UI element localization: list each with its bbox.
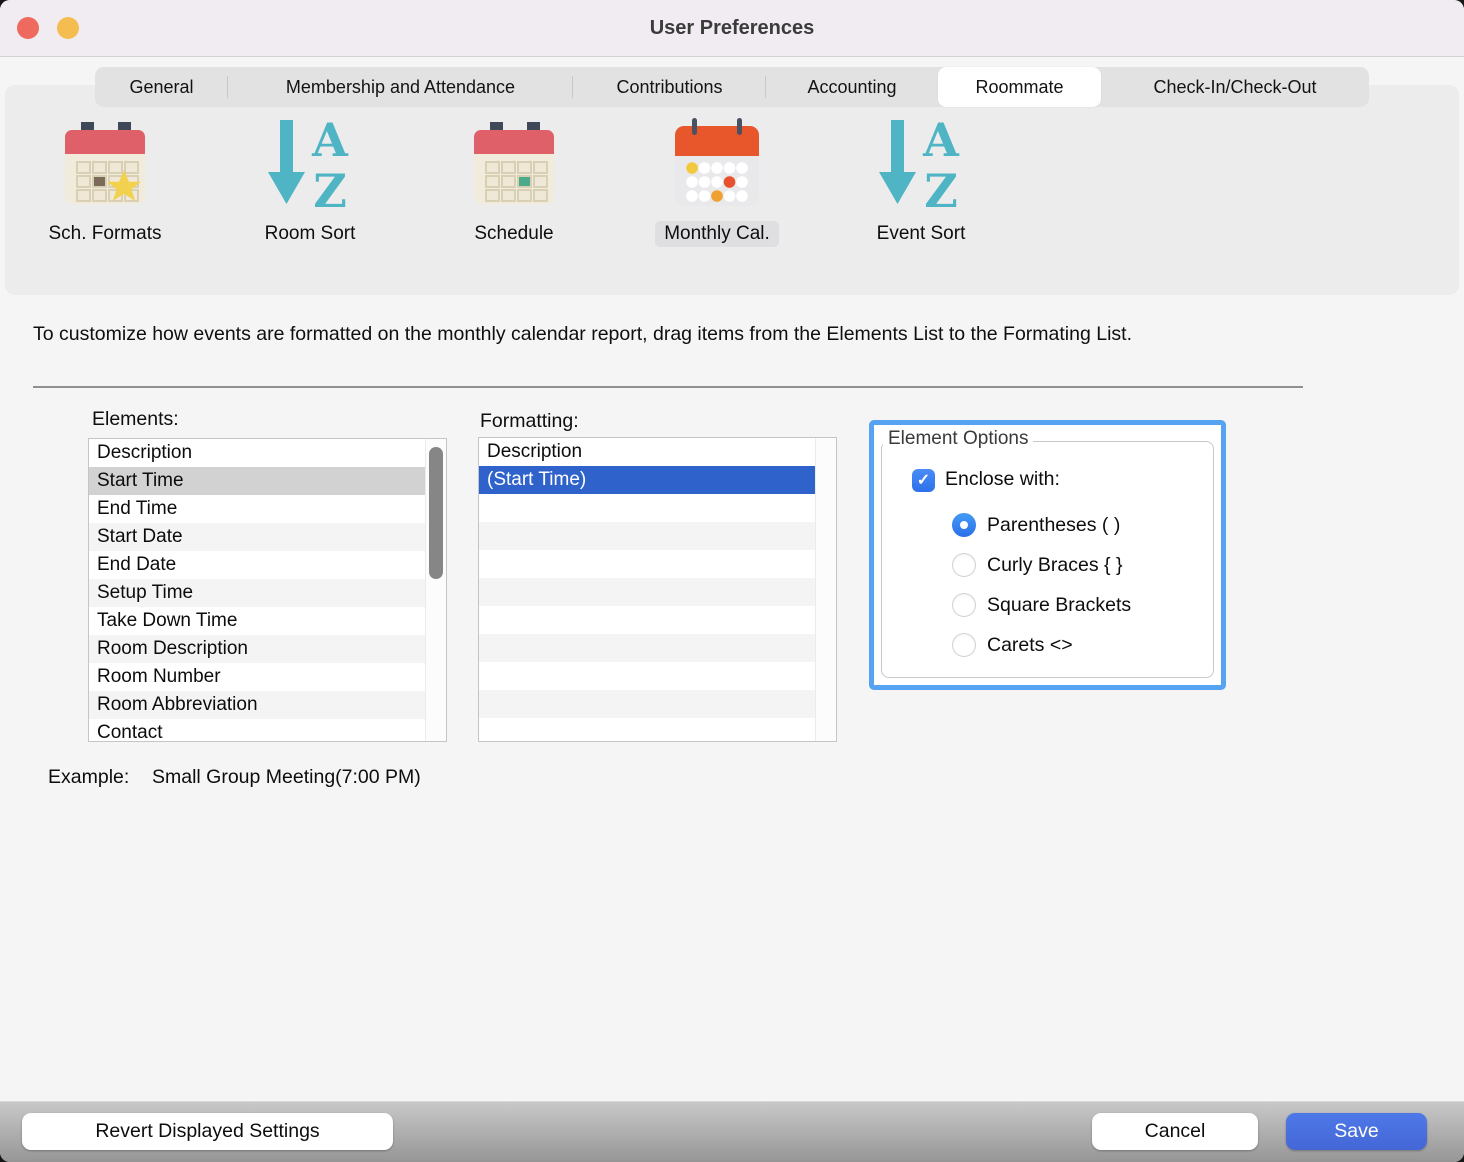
footer-bar: Revert Displayed Settings Cancel Save [0, 1101, 1464, 1162]
list-row-empty[interactable] [479, 522, 815, 550]
preferences-tab-bar: General Membership and Attendance Contribu… [95, 67, 1369, 107]
example-row: Example:Small Group Meeting(7:00 PM) [48, 766, 421, 789]
tab-label: Roommate [975, 77, 1063, 98]
toolbar-item-room-sort[interactable]: A Z Room Sort [210, 112, 410, 277]
formatting-list-label: Formatting: [480, 410, 579, 433]
tab-accounting[interactable]: Accounting [766, 67, 938, 107]
radio-button-icon[interactable] [952, 513, 976, 537]
section-description: To customize how events are formatted on… [33, 321, 1223, 347]
radio-parentheses[interactable]: Parentheses ( ) [952, 512, 1120, 538]
window-title: User Preferences [0, 0, 1464, 57]
list-row-empty[interactable] [479, 550, 815, 578]
list-item-start-time[interactable]: Start Time [89, 467, 425, 495]
revert-displayed-settings-button[interactable]: Revert Displayed Settings [22, 1113, 393, 1150]
roommate-toolbar: Sch. Formats A Z Room Sort Schedule Month… [5, 85, 1459, 295]
element-options-groupbox: Enclose with: Parentheses ( ) Curly Brace… [881, 441, 1214, 678]
toolbar-item-label: Schedule [465, 221, 562, 247]
sort-az-icon: A Z [869, 112, 973, 216]
elements-list-label: Elements: [92, 408, 179, 431]
list-item-room-description[interactable]: Room Description [89, 635, 425, 663]
list-item-description[interactable]: Description [89, 439, 425, 467]
tab-label: Check-In/Check-Out [1153, 77, 1316, 98]
list-row-empty[interactable] [479, 690, 815, 718]
calendar-icon [462, 112, 566, 216]
list-item-contact[interactable]: Contact [89, 719, 425, 741]
toolbar-item-monthly-cal[interactable]: Monthly Cal. [617, 112, 817, 277]
sort-az-icon: A Z [258, 112, 362, 216]
cancel-button[interactable]: Cancel [1092, 1113, 1258, 1150]
radio-curly-braces[interactable]: Curly Braces { } [952, 552, 1122, 578]
radio-label: Curly Braces { } [987, 554, 1122, 577]
svg-text:A: A [922, 113, 960, 167]
list-row-empty[interactable] [479, 494, 815, 522]
list-item-description[interactable]: Description [479, 438, 815, 466]
list-row-empty[interactable] [479, 578, 815, 606]
tab-check-in-check-out[interactable]: Check-In/Check-Out [1101, 67, 1369, 107]
toolbar-item-event-sort[interactable]: A Z Event Sort [821, 112, 1021, 277]
radio-button-icon[interactable] [952, 633, 976, 657]
toolbar-item-label: Sch. Formats [40, 221, 171, 247]
tab-label: General [129, 77, 193, 98]
tab-label: Membership and Attendance [286, 77, 515, 98]
list-item-setup-time[interactable]: Setup Time [89, 579, 425, 607]
title-bar: User Preferences [0, 0, 1464, 57]
user-preferences-window: User Preferences General Membership and A… [0, 0, 1464, 1162]
example-label: Example: [48, 766, 152, 789]
list-item-room-number[interactable]: Room Number [89, 663, 425, 691]
section-divider [33, 386, 1303, 388]
tab-roommate[interactable]: Roommate [938, 67, 1101, 107]
svg-text:Z: Z [313, 164, 347, 216]
list-item-end-time[interactable]: End Time [89, 495, 425, 523]
tab-contributions[interactable]: Contributions [573, 67, 766, 107]
radio-button-icon[interactable] [952, 593, 976, 617]
radio-label: Parentheses ( ) [987, 514, 1120, 537]
toolbar-item-label: Room Sort [256, 221, 365, 247]
list-row-empty[interactable] [479, 718, 815, 741]
enclose-with-label: Enclose with: [945, 468, 1060, 491]
elements-scrollbar-thumb[interactable] [429, 447, 443, 579]
list-row-empty[interactable] [479, 606, 815, 634]
list-item-room-abbreviation[interactable]: Room Abbreviation [89, 691, 425, 719]
tab-label: Contributions [616, 77, 722, 98]
tab-general[interactable]: General [95, 67, 228, 107]
example-value: Small Group Meeting(7:00 PM) [152, 766, 421, 788]
toolbar-item-label: Event Sort [868, 221, 975, 247]
list-row-empty[interactable] [479, 634, 815, 662]
toolbar-item-sch-formats[interactable]: Sch. Formats [5, 112, 205, 277]
toolbar-item-schedule[interactable]: Schedule [414, 112, 614, 277]
svg-text:Z: Z [924, 164, 958, 216]
radio-square-brackets[interactable]: Square Brackets [952, 592, 1131, 618]
radio-label: Carets <> [987, 634, 1073, 657]
toolbar-item-label: Monthly Cal. [655, 221, 779, 247]
svg-text:A: A [311, 113, 349, 167]
radio-carets[interactable]: Carets <> [952, 632, 1073, 658]
tab-label: Accounting [807, 77, 896, 98]
calendar-star-icon [53, 112, 157, 216]
calendar-dots-icon [665, 112, 769, 216]
list-row-empty[interactable] [479, 662, 815, 690]
radio-button-icon[interactable] [952, 553, 976, 577]
radio-label: Square Brackets [987, 594, 1131, 617]
enclose-with-checkbox[interactable] [912, 469, 935, 492]
elements-scrollbar-track[interactable] [425, 439, 446, 741]
save-button[interactable]: Save [1286, 1113, 1427, 1150]
list-item-start-time[interactable]: (Start Time) [479, 466, 815, 494]
elements-list: DescriptionStart TimeEnd TimeStart DateE… [88, 438, 447, 742]
list-item-take-down-time[interactable]: Take Down Time [89, 607, 425, 635]
tab-membership-and-attendance[interactable]: Membership and Attendance [228, 67, 573, 107]
formatting-list: Description(Start Time) [478, 437, 837, 742]
list-item-start-date[interactable]: Start Date [89, 523, 425, 551]
formatting-scrollbar-track[interactable] [815, 438, 836, 741]
list-item-end-date[interactable]: End Date [89, 551, 425, 579]
element-options-title: Element Options [883, 428, 1033, 450]
element-options-panel: Element Options Enclose with: Parenthese… [869, 420, 1226, 690]
